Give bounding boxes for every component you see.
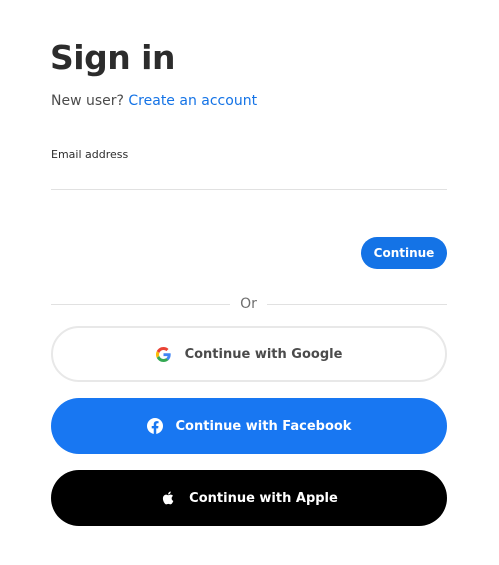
email-label: Email address	[51, 148, 129, 161]
continue-with-facebook-button[interactable]: Continue with Facebook	[51, 398, 447, 454]
facebook-button-label: Continue with Facebook	[175, 418, 352, 434]
continue-with-apple-button[interactable]: Continue with Apple	[51, 470, 447, 526]
divider-line-left	[51, 304, 230, 305]
new-user-prompt: New user? Create an account	[51, 93, 257, 109]
google-button-label: Continue with Google	[184, 346, 343, 362]
apple-button-label: Continue with Apple	[189, 490, 338, 506]
or-divider: Or	[51, 295, 447, 315]
continue-with-google-button[interactable]: Continue with Google	[51, 326, 447, 382]
page-title: Sign in	[50, 38, 176, 77]
facebook-icon	[146, 418, 163, 434]
create-account-link[interactable]: Create an account	[128, 93, 257, 109]
sign-in-page: Sign in New user? Create an account Emai…	[0, 0, 499, 565]
email-field[interactable]	[51, 164, 447, 190]
apple-icon	[160, 490, 176, 506]
divider-line-right	[267, 304, 447, 305]
continue-button[interactable]: Continue	[361, 237, 447, 269]
google-icon	[156, 346, 172, 362]
new-user-text: New user?	[51, 93, 124, 109]
divider-text: Or	[240, 296, 257, 312]
